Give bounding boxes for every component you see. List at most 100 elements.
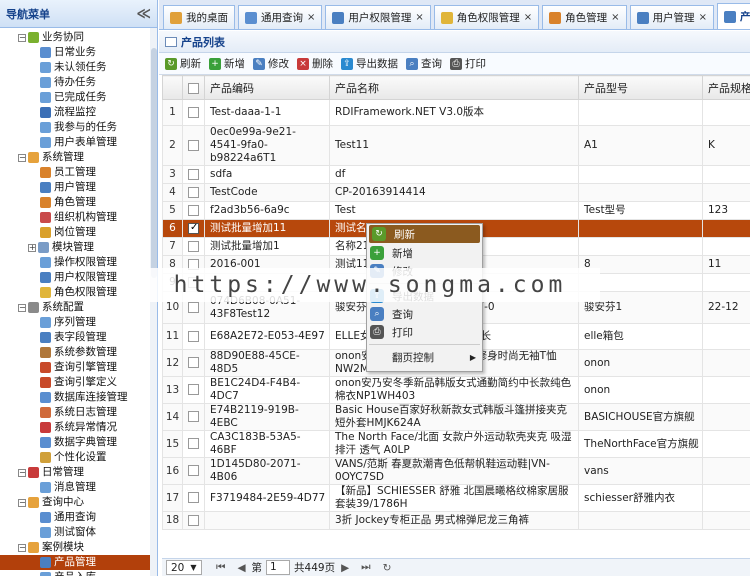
cell-model[interactable] — [578, 511, 703, 530]
cell-model[interactable]: vans — [578, 457, 703, 485]
row-checkbox[interactable] — [188, 411, 199, 422]
row-checkbox[interactable] — [188, 240, 199, 252]
last-page-icon[interactable]: ⏭ — [361, 561, 370, 574]
cell-model[interactable] — [578, 219, 703, 238]
tab[interactable]: 用户权限管理 × — [325, 5, 431, 29]
cell-model[interactable]: onon — [578, 376, 703, 404]
column-header-name[interactable]: 产品名称 — [329, 75, 579, 100]
cell-spec[interactable]: 123 — [702, 201, 750, 220]
tab[interactable]: 角色管理 × — [542, 5, 627, 29]
prev-page-icon[interactable]: ◀ — [237, 562, 245, 574]
cell-spec[interactable] — [702, 484, 750, 512]
expand-icon[interactable]: + — [28, 243, 36, 252]
tree-item[interactable]: 角色管理 — [0, 195, 157, 210]
cell-model[interactable]: elle箱包 — [578, 323, 703, 350]
cell-code[interactable]: E68A2E72-E053-4E97 — [204, 323, 330, 350]
tree-item[interactable]: 系统异常情况 — [0, 420, 157, 435]
cell-model[interactable]: A1 — [578, 125, 703, 166]
cell-code[interactable]: TestCode — [204, 183, 330, 202]
tree-item[interactable]: 数据字典管理 — [0, 435, 157, 450]
row-checkbox[interactable] — [188, 465, 199, 476]
row-checkbox-cell[interactable] — [182, 125, 205, 166]
delete-button[interactable]: × 删除 — [297, 56, 333, 71]
cell-spec[interactable]: 22-12 — [702, 291, 750, 324]
cell-name[interactable]: CP-20163914414 — [329, 183, 579, 202]
cell-spec[interactable] — [702, 237, 750, 256]
tree-item[interactable]: − 日常管理 — [0, 465, 157, 480]
cell-spec[interactable] — [702, 219, 750, 238]
cell-code[interactable]: f2ad3b56-6a9c — [204, 201, 330, 220]
next-page-icon[interactable]: ▶ — [341, 562, 349, 574]
row-checkbox-cell[interactable] — [182, 237, 205, 256]
cell-spec[interactable] — [702, 349, 750, 377]
tree-item[interactable]: 组织机构管理 — [0, 210, 157, 225]
query-button[interactable]: ⌕ 查询 — [406, 56, 442, 71]
reload-icon[interactable]: ↻ — [383, 562, 392, 574]
row-checkbox-cell[interactable] — [182, 183, 205, 202]
context-menu-item[interactable]: 翻页控制 ▶ — [367, 348, 482, 366]
tree-item[interactable]: − 业务协同 — [0, 30, 157, 45]
tree-item[interactable]: − 案例模块 — [0, 540, 157, 555]
cell-name[interactable]: 【新品】SCHIESSER 舒雅 北国晨曦格纹棉家居服套装39/1786H — [329, 484, 579, 512]
row-checkbox-cell[interactable] — [182, 323, 205, 350]
row-checkbox[interactable] — [188, 492, 199, 503]
cell-code[interactable]: 1D145D80-2071-4B06 — [204, 457, 330, 485]
cell-spec[interactable] — [702, 430, 750, 458]
tab[interactable]: 通用查询 × — [238, 5, 323, 29]
refresh-button[interactable]: ↻ 刷新 — [165, 56, 201, 71]
row-checkbox[interactable] — [188, 330, 199, 342]
tree-item[interactable]: 通用查询 — [0, 510, 157, 525]
row-checkbox[interactable] — [188, 301, 199, 313]
tree-item[interactable]: 用户权限管理 — [0, 270, 157, 285]
cell-name[interactable]: Test11 — [329, 125, 579, 166]
tree-item[interactable]: 消息管理 — [0, 480, 157, 495]
print-button[interactable]: ⎙ 打印 — [450, 56, 486, 71]
row-checkbox-cell[interactable] — [182, 201, 205, 220]
table-row[interactable]: 17 F3719484-2E59-4D77 【新品】SCHIESSER 舒雅 北国晨… — [162, 484, 750, 512]
page-size-select[interactable]: 20 ▼ — [166, 560, 202, 575]
collapse-icon[interactable]: ≪ — [136, 6, 151, 22]
tab[interactable]: 角色权限管理 × — [433, 5, 540, 29]
table-row[interactable]: 5 f2ad3b56-6a9c Test Test型号 123 — [162, 201, 750, 220]
tree-item[interactable]: 待办任务 — [0, 75, 157, 90]
tab[interactable]: 我的桌面 — [163, 5, 235, 29]
cell-code[interactable]: Test-daaa-1-1 — [204, 99, 330, 126]
row-checkbox-cell[interactable] — [182, 99, 205, 126]
row-checkbox-cell[interactable] — [182, 376, 205, 404]
table-row[interactable]: 14 E74B2119-919B-4EBC Basic House百家好秋新款女式韩… — [162, 403, 750, 431]
add-button[interactable]: + 新增 — [209, 56, 245, 71]
close-icon[interactable]: × — [415, 12, 423, 23]
row-checkbox[interactable] — [188, 438, 199, 449]
cell-spec[interactable] — [702, 99, 750, 126]
cell-spec[interactable] — [702, 273, 750, 292]
cell-spec[interactable] — [702, 457, 750, 485]
row-checkbox-cell[interactable] — [182, 403, 205, 431]
cell-spec[interactable] — [702, 376, 750, 404]
first-page-icon[interactable]: ⏮ — [216, 561, 225, 574]
select-all-checkbox[interactable] — [188, 82, 199, 94]
table-row[interactable]: 18 3折 Jockey专柜正品 男式棉弹尼龙三角裤 — [162, 511, 750, 530]
cell-spec[interactable] — [702, 165, 750, 184]
row-checkbox[interactable] — [188, 357, 199, 368]
row-checkbox-cell[interactable] — [182, 349, 205, 377]
cell-model[interactable]: schiesser舒雅内衣 — [578, 484, 703, 512]
page-input[interactable]: 1 — [266, 560, 291, 575]
cell-code[interactable]: F3719484-2E59-4D77 — [204, 484, 330, 512]
tree-item[interactable]: 系统参数管理 — [0, 345, 157, 360]
tree-item[interactable]: 查询引擎定义 — [0, 375, 157, 390]
tree-item[interactable]: 用户管理 — [0, 180, 157, 195]
export-button[interactable]: ⇪ 导出数据 — [341, 56, 398, 71]
table-row[interactable]: 4 TestCode CP-20163914414 — [162, 183, 750, 202]
table-row[interactable]: 2 0ec0e99a-9e21-4541-9fa0-b98224a6T1 Test1… — [162, 125, 750, 166]
cell-name[interactable]: VANS/范斯 春夏款潮青色低帮帆鞋运动鞋|VN-0OYC7SD — [329, 457, 579, 485]
close-icon[interactable]: × — [699, 12, 707, 23]
cell-spec[interactable]: 11 — [702, 255, 750, 274]
row-checkbox[interactable] — [188, 384, 199, 395]
row-checkbox-cell[interactable] — [182, 484, 205, 512]
row-checkbox-cell[interactable] — [182, 511, 205, 530]
collapse-node-icon[interactable]: − — [18, 303, 26, 312]
tree-item[interactable]: − 查询中心 — [0, 495, 157, 510]
tree-item[interactable]: 员工管理 — [0, 165, 157, 180]
tree-item[interactable]: − 系统配置 — [0, 300, 157, 315]
tab[interactable]: 产品管理 — [716, 3, 750, 29]
